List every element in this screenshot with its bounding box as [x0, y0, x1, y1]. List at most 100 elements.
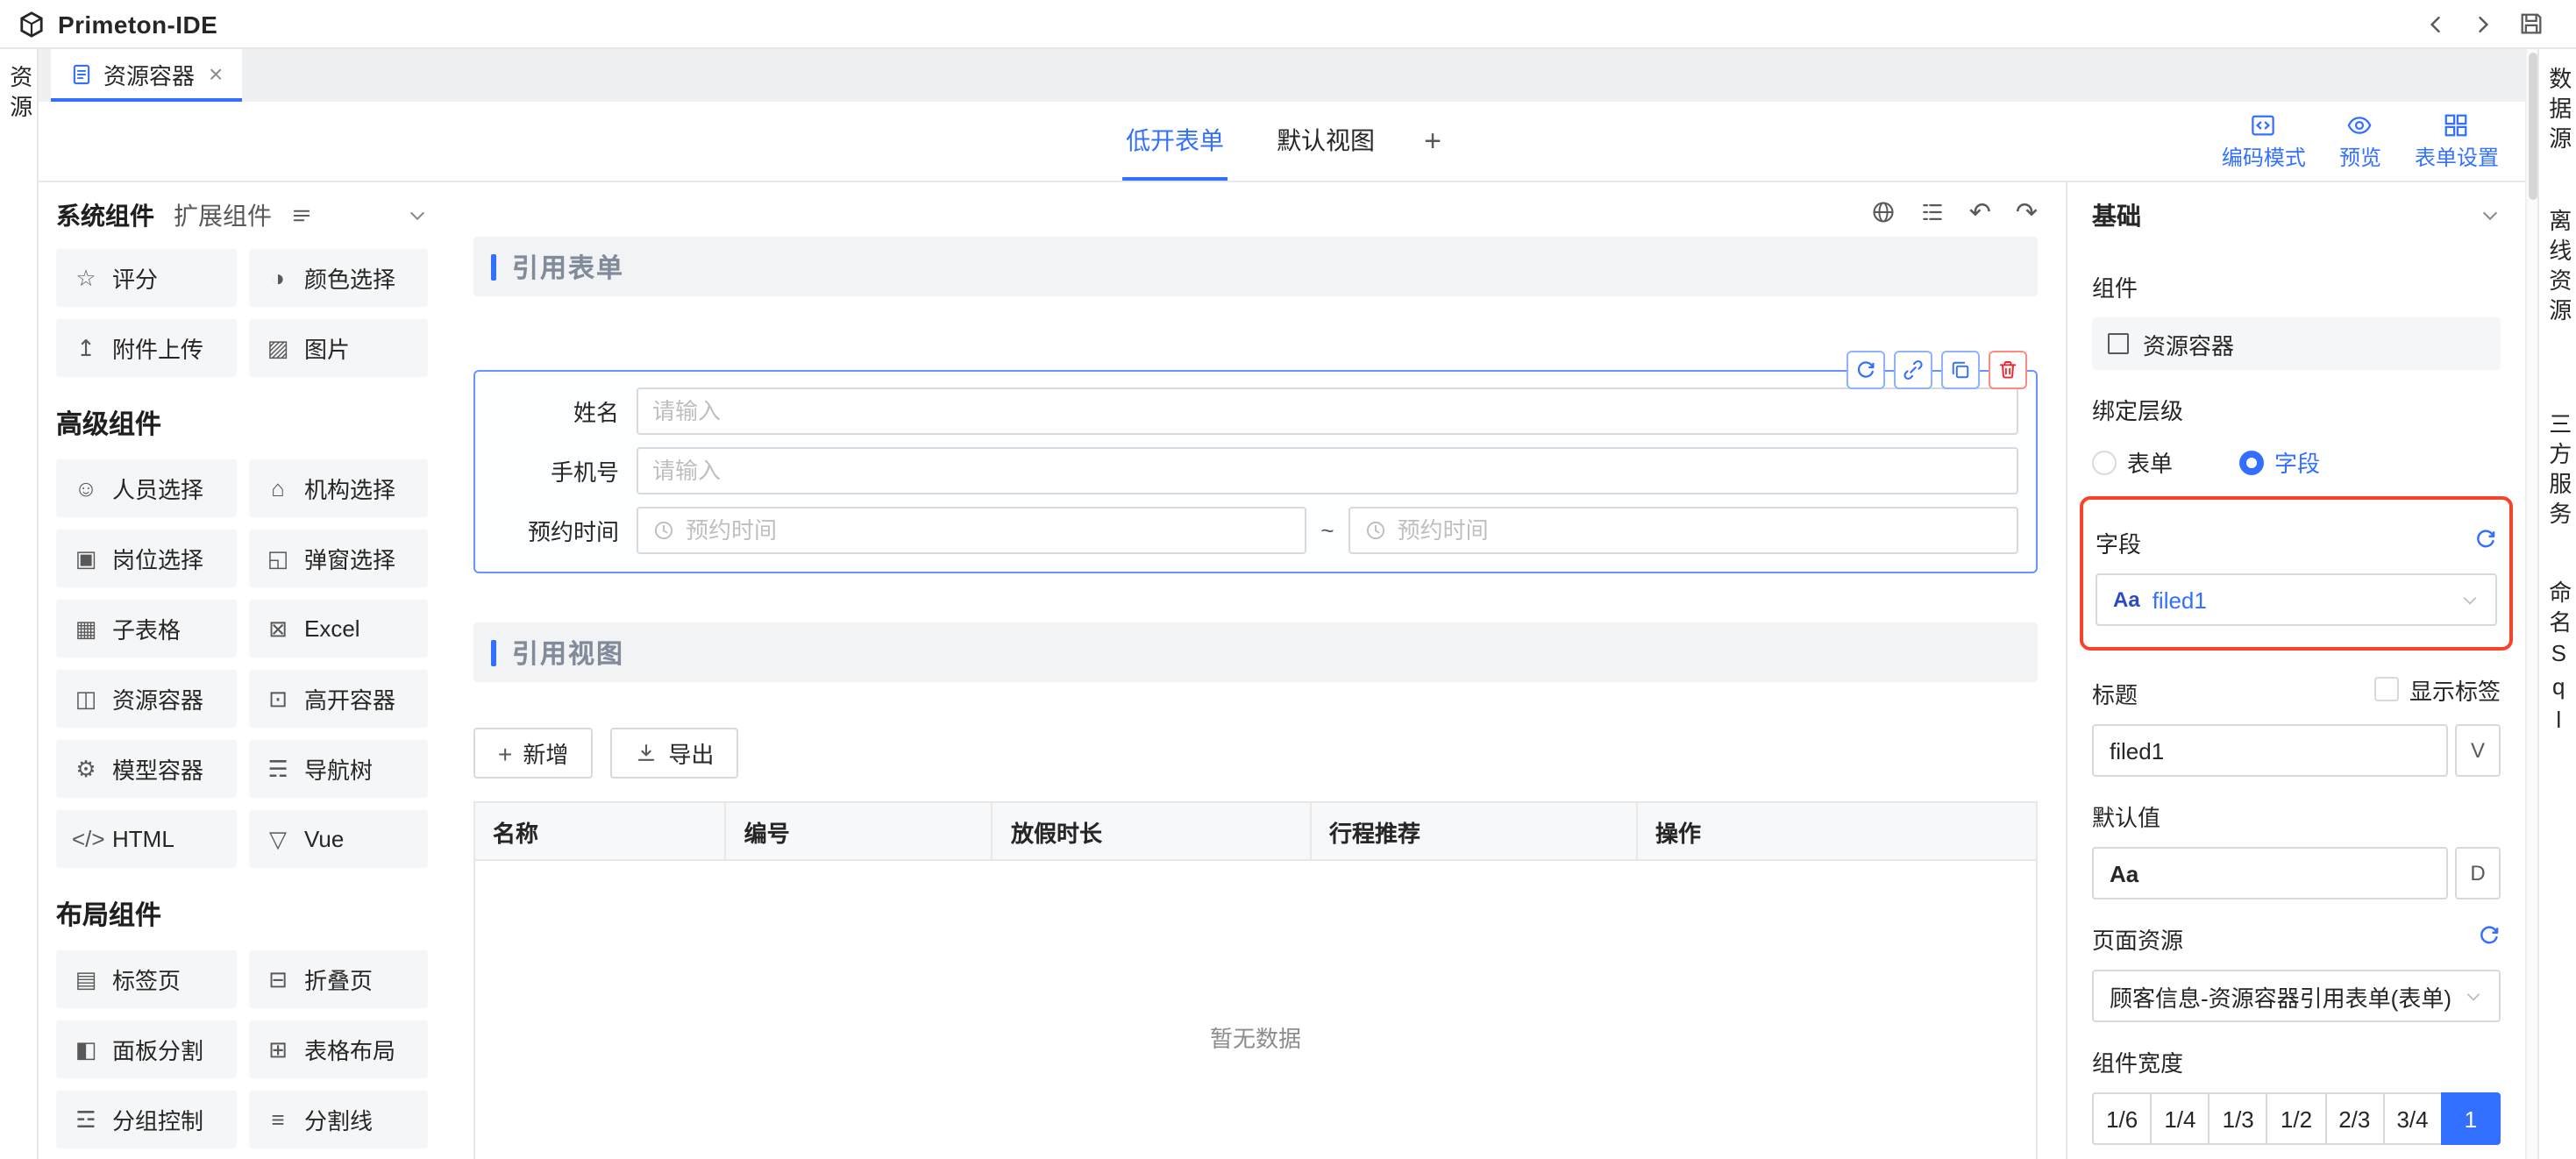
delete-trash-icon[interactable]: [1989, 351, 2027, 389]
palette-item-rating[interactable]: ☆评分: [56, 249, 236, 307]
basic-collapse-header[interactable]: 基础: [2092, 182, 2501, 247]
code-mode-button[interactable]: 编码模式: [2222, 111, 2306, 171]
width-option[interactable]: 1/2: [2266, 1092, 2326, 1145]
refresh-icon[interactable]: [2474, 527, 2497, 550]
workspace-body: 系统组件 扩展组件 ☆评分 ◑颜色选择 ↥附件上传 ▨图片 高级组件 ☺人员选择: [39, 182, 2525, 1159]
section-referenced-form[interactable]: 引用表单: [473, 237, 2038, 296]
rail-datasource-tab[interactable]: 数据源: [2545, 60, 2571, 163]
palette-item-tab-page[interactable]: ▤标签页: [56, 950, 236, 1008]
tab-extended-components[interactable]: 扩展组件: [174, 198, 272, 233]
palette-item-model-container[interactable]: ⚙模型容器: [56, 740, 236, 798]
properties-panel: 基础 组件 资源容器 绑定层级 表单: [2066, 182, 2525, 1159]
rail-named-sql-tab[interactable]: 命名Sql: [2545, 573, 2571, 747]
html-code-icon: </>: [72, 826, 100, 852]
palette-item-excel[interactable]: ⊠Excel: [248, 600, 428, 658]
copy-icon[interactable]: [1941, 351, 1980, 389]
width-option[interactable]: 1/4: [2150, 1092, 2210, 1145]
width-option[interactable]: 1/3: [2209, 1092, 2268, 1145]
name-input[interactable]: [652, 398, 2003, 424]
title-input-group: V: [2092, 724, 2501, 777]
palette-item-image[interactable]: ▨图片: [248, 319, 428, 377]
width-option[interactable]: 1/6: [2092, 1092, 2152, 1145]
preview-button[interactable]: 预览: [2339, 111, 2381, 171]
palette-item-color-picker[interactable]: ◑颜色选择: [248, 249, 428, 307]
palette-menu-icon[interactable]: [291, 205, 312, 226]
radio-option-field[interactable]: 字段: [2239, 445, 2320, 479]
view-tabs: 低开表单 默认视图 +: [1122, 102, 1441, 181]
default-value-input[interactable]: Aa: [2092, 847, 2448, 899]
palette-item-panel-split[interactable]: ◧面板分割: [56, 1020, 236, 1078]
history-forward-icon[interactable]: [2471, 11, 2495, 36]
left-rail-resources-tab[interactable]: 资源: [6, 65, 32, 1159]
section-referenced-view[interactable]: 引用视图: [473, 622, 2038, 682]
section-accent-bar: [491, 639, 496, 665]
page-resource-value: 顾客信息-资源容器引用表单(表单): [2110, 979, 2451, 1013]
radio-option-form[interactable]: 表单: [2092, 445, 2173, 479]
table-column-header[interactable]: 名称: [475, 803, 727, 859]
time-start-input[interactable]: [686, 517, 1291, 544]
palette-item-vue[interactable]: ▽Vue: [248, 810, 428, 868]
palette-item-collapse-page[interactable]: ⊟折叠页: [248, 950, 428, 1008]
close-tab-icon[interactable]: ×: [209, 61, 223, 86]
tab-system-components[interactable]: 系统组件: [56, 198, 154, 233]
palette-item-group-control[interactable]: ☲分组控制: [56, 1091, 236, 1148]
palette-item-org-select[interactable]: ⌂机构选择: [248, 459, 428, 517]
page-resource-select[interactable]: 顾客信息-资源容器引用表单(表单): [2092, 970, 2501, 1022]
history-back-icon[interactable]: [2423, 11, 2448, 36]
table-column-header[interactable]: 操作: [1638, 803, 2036, 859]
palette-item-resource-container[interactable]: ◫资源容器: [56, 670, 236, 728]
phone-input[interactable]: [652, 458, 2003, 484]
time-end-input[interactable]: [1398, 517, 2003, 544]
palette-item-post-select[interactable]: ▣岗位选择: [56, 530, 236, 587]
width-option[interactable]: 2/3: [2324, 1092, 2384, 1145]
person-icon: ☺: [72, 475, 100, 501]
export-button[interactable]: 导出: [610, 728, 738, 779]
palette-item-attachment-upload[interactable]: ↥附件上传: [56, 319, 236, 377]
refresh-icon[interactable]: [2478, 923, 2501, 946]
chevron-down-icon[interactable]: [2480, 204, 2501, 225]
palette-item-person-select[interactable]: ☺人员选择: [56, 459, 236, 517]
globe-icon[interactable]: [1871, 200, 1896, 224]
table-column-header[interactable]: 行程推荐: [1312, 803, 1638, 859]
save-icon[interactable]: [2518, 11, 2544, 37]
palette-item-html[interactable]: </>HTML: [56, 810, 236, 868]
title-variable-addon[interactable]: V: [2455, 724, 2501, 777]
field-select[interactable]: Aa filed1: [2096, 573, 2497, 626]
tab-default-view[interactable]: 默认视图: [1273, 100, 1378, 181]
palette-item-divider[interactable]: ≡分割线: [248, 1091, 428, 1148]
tab-lowcode-form[interactable]: 低开表单: [1122, 100, 1228, 181]
default-dynamic-addon[interactable]: D: [2455, 847, 2501, 899]
palette-item-sub-table[interactable]: ▦子表格: [56, 600, 236, 658]
selected-resource-container-block[interactable]: 姓名 手机号 预约时间: [473, 370, 2038, 573]
refresh-icon[interactable]: [1847, 351, 1885, 389]
scrollbar-thumb[interactable]: [2528, 53, 2537, 200]
palette-item-table-layout[interactable]: ⊞表格布局: [248, 1020, 428, 1078]
link-icon[interactable]: [1894, 351, 1932, 389]
palette-collapse-chevron-icon[interactable]: [407, 205, 428, 226]
doc-tab-resource-container[interactable]: 资源容器 ×: [51, 49, 242, 102]
palette-item-procode-container[interactable]: ⊡高开容器: [248, 670, 428, 728]
rail-offline-resource-tab[interactable]: 离线资源: [2545, 202, 2571, 335]
title-input[interactable]: [2092, 724, 2448, 777]
form-settings-button[interactable]: 表单设置: [2415, 111, 2499, 171]
palette-item-nav-tree[interactable]: ☴导航树: [248, 740, 428, 798]
vue-icon: ▽: [264, 825, 292, 853]
form-settings-grid-icon: [2444, 111, 2470, 138]
rail-third-party-service-tab[interactable]: 三方服务: [2545, 405, 2571, 538]
add-row-button[interactable]: + 新增: [473, 728, 593, 779]
vertical-scrollbar[interactable]: [2525, 49, 2537, 1159]
table-column-header[interactable]: 编号: [727, 803, 993, 859]
component-chip: 资源容器: [2092, 317, 2501, 370]
show-label-checkbox[interactable]: 显示标签: [2374, 672, 2501, 706]
palette-section-advanced: 高级组件: [56, 405, 428, 442]
outline-tree-icon[interactable]: [1920, 200, 1945, 224]
right-rail: 数据源 离线资源 三方服务 命名Sql: [2537, 49, 2576, 1159]
width-option[interactable]: 3/4: [2382, 1092, 2442, 1145]
table-column-header[interactable]: 放假时长: [993, 803, 1312, 859]
redo-icon[interactable]: ↷: [2016, 199, 2038, 225]
undo-icon[interactable]: ↶: [1969, 199, 1991, 225]
palette-item-popup-select[interactable]: ◱弹窗选择: [248, 530, 428, 587]
width-option-selected[interactable]: 1: [2441, 1092, 2501, 1145]
add-view-button[interactable]: +: [1424, 124, 1441, 181]
component-palette: 系统组件 扩展组件 ☆评分 ◑颜色选择 ↥附件上传 ▨图片 高级组件 ☺人员选择: [39, 182, 445, 1159]
